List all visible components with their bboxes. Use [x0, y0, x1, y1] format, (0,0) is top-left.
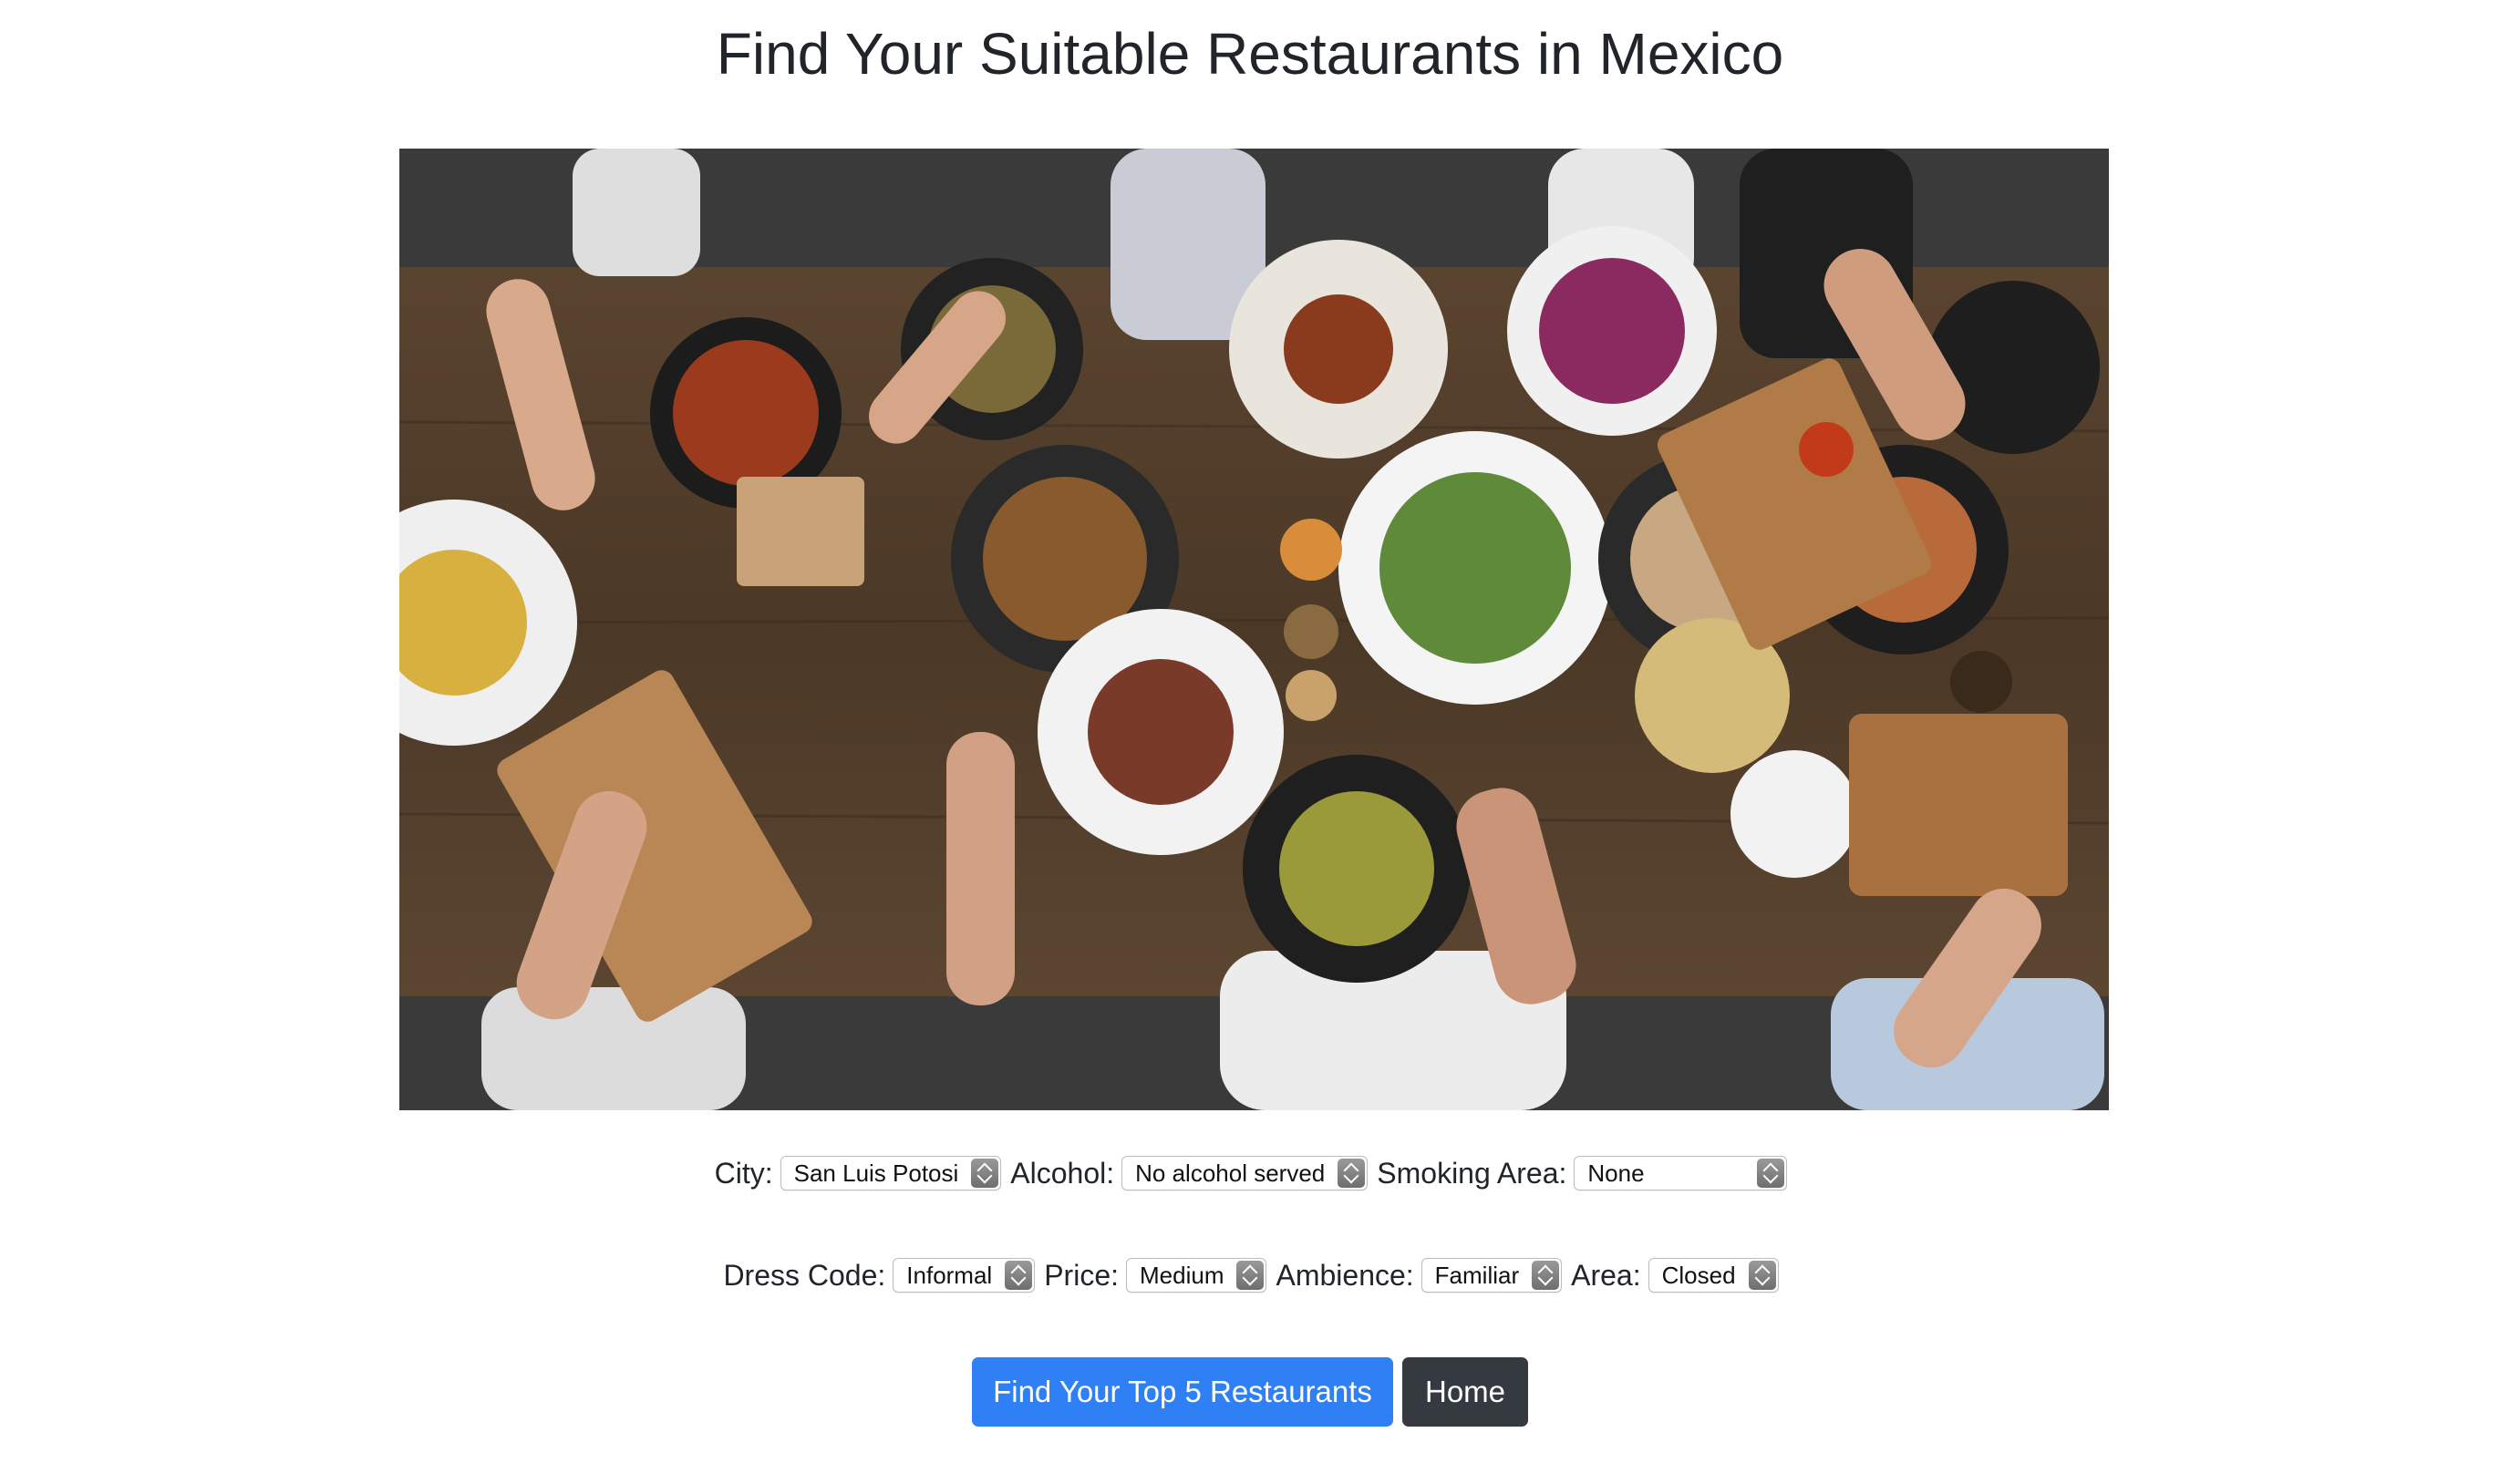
select-arrows-icon [1005, 1261, 1033, 1290]
home-button[interactable]: Home [1402, 1357, 1528, 1427]
ambience-select-value: Familiar [1434, 1262, 1520, 1289]
dress-code-label: Dress Code: [723, 1258, 886, 1292]
price-label: Price: [1044, 1258, 1119, 1292]
alcohol-label: Alcohol: [1010, 1156, 1115, 1190]
alcohol-select[interactable]: No alcohol served [1121, 1156, 1369, 1190]
city-select-value: San Luis Potosi [793, 1159, 959, 1187]
select-arrows-icon [1748, 1261, 1776, 1290]
area-select-value: Closed [1661, 1262, 1736, 1289]
dress-code-select[interactable]: Informal [893, 1258, 1036, 1293]
select-arrows-icon [1757, 1159, 1785, 1188]
alcohol-select-value: No alcohol served [1135, 1159, 1326, 1187]
city-label: City: [714, 1156, 773, 1190]
price-select-value: Medium [1140, 1262, 1224, 1289]
dress-code-select-value: Informal [906, 1262, 993, 1289]
page-title: Find Your Suitable Restaurants in Mexico [716, 21, 1784, 87]
find-restaurants-button[interactable]: Find Your Top 5 Restaurants [972, 1357, 1393, 1427]
select-arrows-icon [1236, 1261, 1265, 1290]
smoking-area-select[interactable]: None [1574, 1156, 1788, 1190]
ambience-select[interactable]: Familiar [1420, 1258, 1563, 1293]
select-arrows-icon [1532, 1261, 1560, 1290]
filter-row-1: City: San Luis Potosi Alcohol: No alcoho… [0, 1156, 2500, 1190]
select-arrows-icon [1338, 1159, 1366, 1188]
hero-food-image [399, 149, 2109, 1110]
area-label: Area: [1571, 1258, 1641, 1292]
area-select[interactable]: Closed [1648, 1258, 1779, 1293]
city-select[interactable]: San Luis Potosi [780, 1156, 1002, 1190]
ambience-label: Ambience: [1276, 1258, 1414, 1292]
filter-row-2: Dress Code: Informal Price: Medium Ambie… [0, 1258, 2500, 1293]
select-arrows-icon [971, 1159, 999, 1188]
price-select[interactable]: Medium [1126, 1258, 1267, 1293]
smoking-area-label: Smoking Area: [1377, 1156, 1567, 1190]
smoking-area-select-value: None [1587, 1159, 1645, 1187]
action-buttons: Find Your Top 5 Restaurants Home [0, 1357, 2500, 1427]
